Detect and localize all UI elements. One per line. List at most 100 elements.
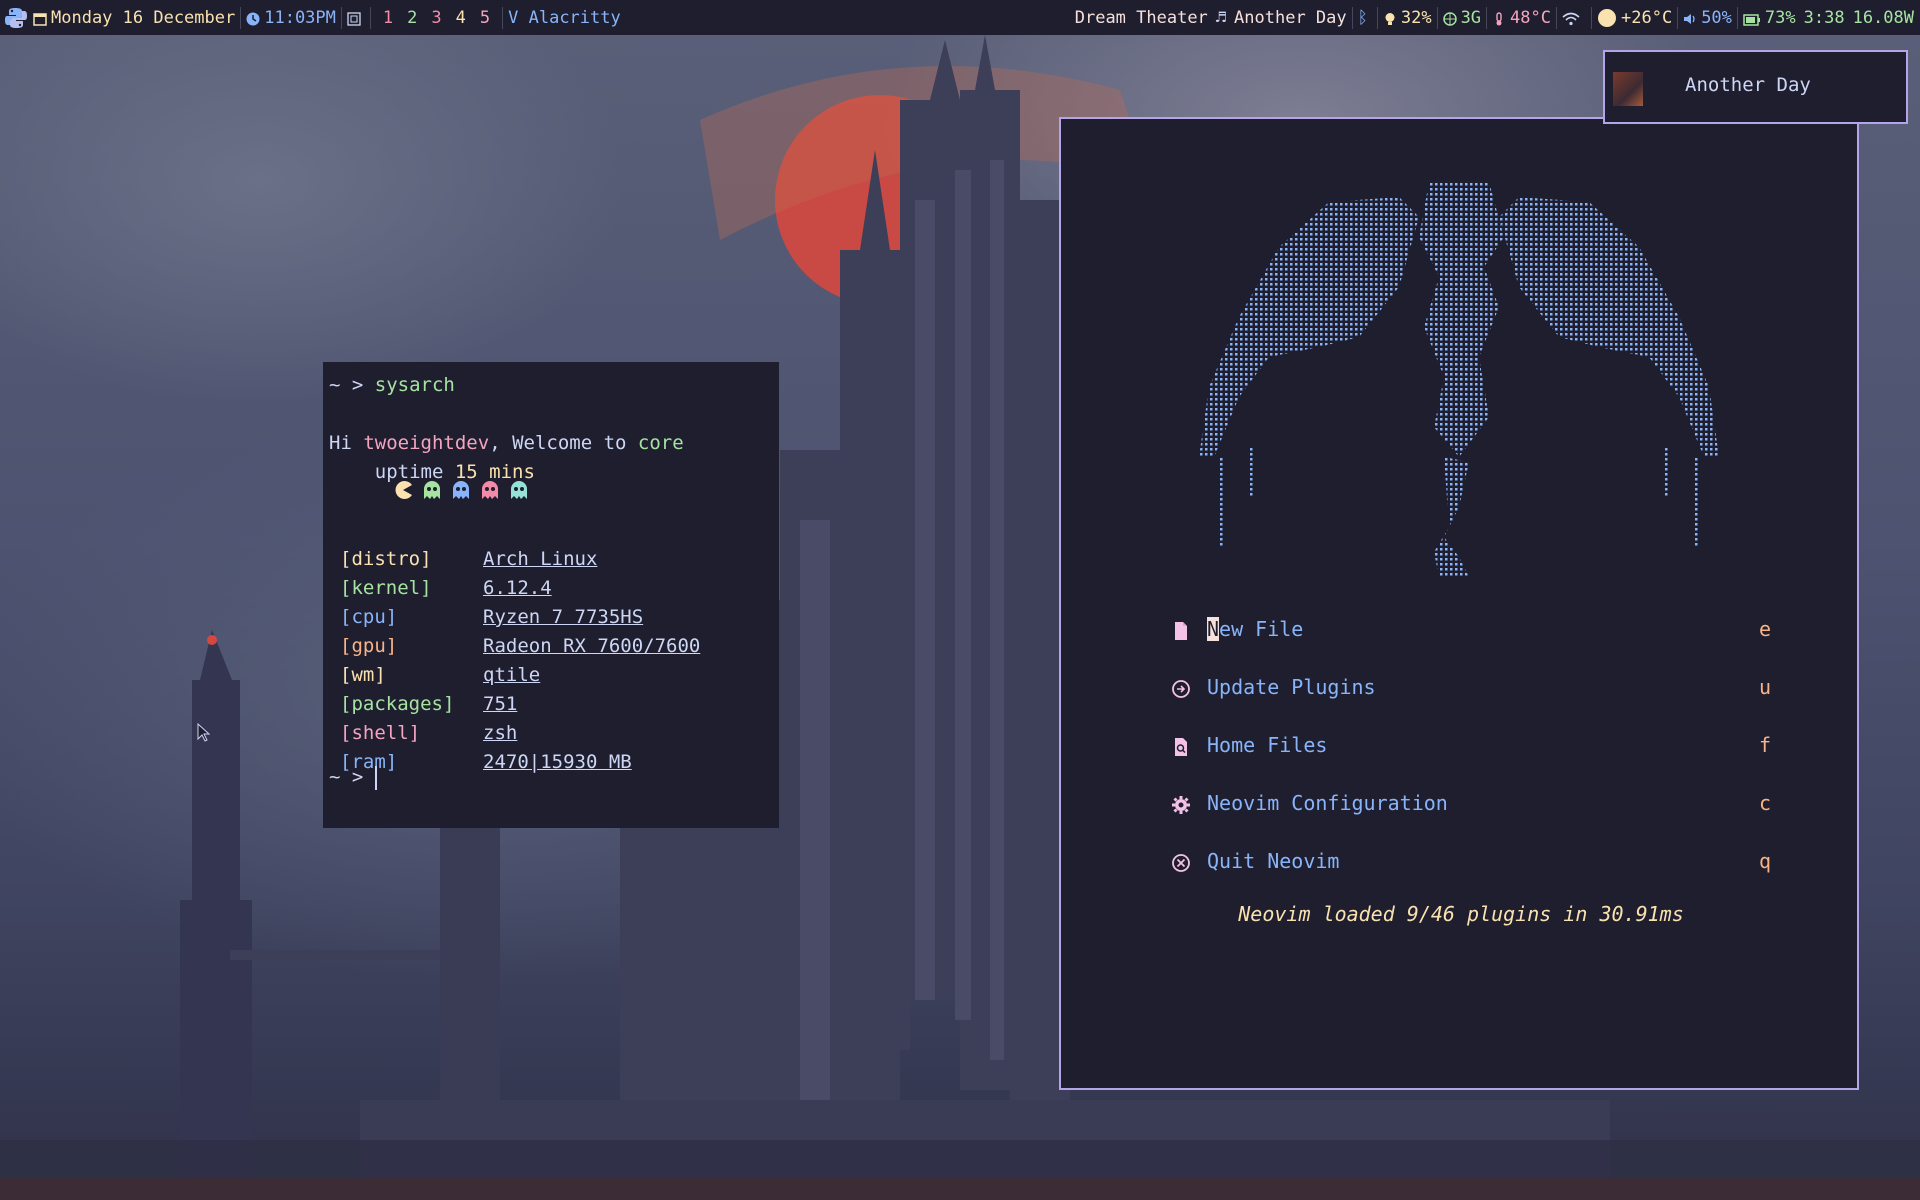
sysinfo-value: zsh <box>483 722 518 744</box>
notification-title: Another Day <box>1685 74 1811 96</box>
username: twoeightdev <box>363 432 490 454</box>
sysinfo-row: [wm] qtile <box>340 661 540 690</box>
search-file-icon <box>1171 737 1191 757</box>
dashboard-item-key: f <box>1758 733 1771 757</box>
volume-icon[interactable] <box>1683 11 1697 25</box>
globe-icon <box>1442 11 1457 26</box>
hostname: core <box>637 432 684 454</box>
volume-value: 50% <box>1701 7 1732 28</box>
label-rest: ew File <box>1219 617 1304 641</box>
sysinfo-value: Radeon RX 7600/7600 <box>483 635 701 657</box>
input-line[interactable]: ~ > <box>329 763 377 792</box>
sysinfo-row: [ram] 2470|15930 MB <box>340 748 632 777</box>
divider <box>369 6 371 29</box>
bluetooth-icon[interactable]: ᛒ <box>1358 8 1368 28</box>
sysinfo-row: [gpu] Radeon RX 7600/7600 <box>340 632 700 661</box>
battery-time: 3:38 <box>1803 7 1845 28</box>
sysinfo-key: [distro] <box>340 548 432 570</box>
workspace-1[interactable]: 1 <box>383 8 393 28</box>
power-draw: 16.08W <box>1852 7 1914 28</box>
music-track: Another Day <box>1234 7 1347 28</box>
divider <box>1591 6 1592 29</box>
dashboard-item-update-plugins[interactable]: Update Plugins u <box>1171 675 1771 705</box>
time-label: 11:03PM <box>264 7 336 28</box>
sysinfo-key: [cpu] <box>340 606 398 628</box>
terminal-window[interactable]: ~ > sysarch Hi twoeightdev, Welcome to c… <box>323 362 779 828</box>
python-icon[interactable] <box>3 5 29 31</box>
close-circle-icon <box>1171 853 1191 873</box>
battery-icon <box>1743 11 1761 26</box>
music-notification[interactable]: Another Day <box>1603 50 1908 124</box>
divider <box>1436 6 1438 29</box>
sysinfo-key: [packages] <box>340 693 455 715</box>
neovim-window[interactable]: New File e Update Plugins u Home Files f Neovi… <box>1059 117 1859 1090</box>
command-text: sysarch <box>374 374 455 396</box>
date-label: Monday 16 December <box>51 7 236 28</box>
wifi-icon[interactable] <box>1562 11 1582 25</box>
lightbulb-icon <box>1383 11 1397 25</box>
weather-value: +26°C <box>1621 7 1673 28</box>
file-icon <box>1171 621 1191 641</box>
sysinfo-value: Ryzen 7 7735HS <box>483 606 644 628</box>
dashboard-item-home-files[interactable]: Home Files f <box>1171 733 1771 763</box>
editor-cursor: N <box>1207 617 1220 641</box>
sysinfo-row: [shell] zsh <box>340 719 517 748</box>
divider <box>240 6 242 29</box>
workspace-2[interactable]: 2 <box>407 8 417 28</box>
greeting-hi: Hi <box>329 432 352 454</box>
sysinfo-value: 6.12.4 <box>483 577 552 599</box>
sysinfo-value: qtile <box>483 664 541 686</box>
dashboard-item-label: Quit Neovim <box>1207 849 1340 873</box>
top-bar: Monday 16 December 11:03PM 12345 V Alacr… <box>0 0 1920 35</box>
thermometer-icon <box>1492 11 1506 25</box>
divider <box>1677 6 1679 29</box>
temperature-value: 48°C <box>1510 7 1551 28</box>
sysinfo-key: [kernel] <box>340 577 432 599</box>
workspace-3[interactable]: 3 <box>431 8 441 28</box>
gear-icon <box>1171 795 1191 815</box>
calendar-icon <box>33 11 47 26</box>
ghost-icon <box>482 481 498 499</box>
music-artist: Dream Theater <box>1074 7 1208 28</box>
mouse-pointer-icon <box>197 723 211 742</box>
sysinfo-row: [distro] Arch Linux <box>340 545 597 574</box>
divider <box>502 6 504 29</box>
divider <box>1376 6 1378 29</box>
dashboard-item-label: Home Files <box>1207 733 1328 757</box>
ghost-icon <box>511 481 527 499</box>
command-line: ~ > sysarch <box>329 371 455 400</box>
prompt: ~ > <box>329 374 364 396</box>
sysinfo-row: [packages] 751 <box>340 690 517 719</box>
dashboard-item-label: New File <box>1207 617 1303 641</box>
divider <box>340 6 342 29</box>
ghost-icon <box>453 481 469 499</box>
sysinfo-row: [cpu] Ryzen 7 7735HS <box>340 603 643 632</box>
sun-icon <box>1597 8 1617 28</box>
pacman-icon <box>395 481 412 499</box>
dashboard-item-key: u <box>1758 675 1771 699</box>
text-cursor <box>374 765 377 790</box>
divider <box>1736 6 1738 29</box>
window-title: V Alacritty <box>508 7 621 28</box>
ghost-icon <box>424 481 440 499</box>
startup-stats: Neovim loaded 9/46 plugins in 30.91ms <box>1238 902 1684 926</box>
workspace-4[interactable]: 4 <box>456 8 466 28</box>
dashboard-item-new-file[interactable]: New File e <box>1171 617 1771 647</box>
sysinfo-key: [gpu] <box>340 635 398 657</box>
dashboard-ascii-logo <box>1199 182 1719 577</box>
layout-max-icon[interactable] <box>347 11 361 26</box>
sysinfo-value: 2470|15930 MB <box>483 751 632 773</box>
sysinfo-key: [wm] <box>340 664 386 686</box>
dashboard-item-quit-neovim[interactable]: Quit Neovim q <box>1171 849 1771 879</box>
sysinfo-row: [kernel] 6.12.4 <box>340 574 552 603</box>
prompt: ~ > <box>329 766 364 788</box>
dashboard-item-label: Neovim Configuration <box>1207 791 1448 815</box>
workspace-5[interactable]: 5 <box>480 8 490 28</box>
greeting-welcome: , Welcome to <box>489 432 627 454</box>
workspace-list: 12345 <box>376 8 497 28</box>
divider <box>1486 6 1488 29</box>
divider <box>1351 6 1353 29</box>
dashboard-item-neovim-configuration[interactable]: Neovim Configuration c <box>1171 791 1771 821</box>
dashboard-item-label: Update Plugins <box>1207 675 1376 699</box>
network-value: 3G <box>1460 7 1482 28</box>
